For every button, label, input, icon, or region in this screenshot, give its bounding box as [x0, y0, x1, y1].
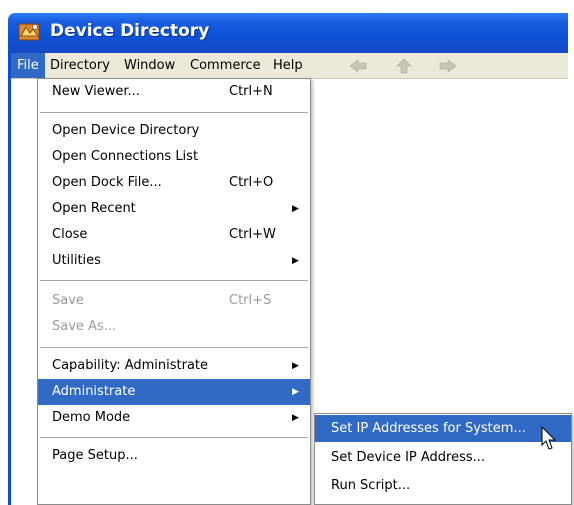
- menu-item-label: Open Device Directory: [52, 123, 200, 138]
- forward-arrow-icon[interactable]: [438, 58, 458, 74]
- menu-item-label: Save: [52, 293, 84, 308]
- submenu-arrow-icon: ▶: [292, 204, 299, 214]
- menu-item-utilities[interactable]: Utilities ▶: [38, 248, 310, 274]
- menu-item-administrate[interactable]: Administrate ▶: [38, 379, 310, 405]
- title-bar[interactable]: Device Directory: [8, 13, 568, 53]
- menu-separator: [40, 112, 308, 113]
- device-directory-app-icon: [18, 23, 40, 41]
- up-arrow-icon[interactable]: [394, 58, 414, 74]
- submenu-arrow-icon: ▶: [292, 256, 299, 266]
- menu-file[interactable]: File: [11, 53, 45, 78]
- menu-item-label: Demo Mode: [52, 410, 131, 425]
- back-arrow-icon[interactable]: [348, 58, 368, 74]
- menu-item-open-dock-file[interactable]: Open Dock File... Ctrl+O: [38, 170, 310, 196]
- mouse-pointer-icon: [541, 426, 557, 450]
- menu-item-label: New Viewer...: [52, 84, 140, 99]
- window-left-border: [8, 53, 11, 505]
- submenu-item-set-ip-addresses-for-system[interactable]: Set IP Addresses for System...: [315, 415, 571, 442]
- menu-item-open-connections-list[interactable]: Open Connections List: [38, 144, 310, 170]
- submenu-arrow-icon: ▶: [292, 413, 299, 423]
- menu-item-shortcut: Ctrl+W: [229, 227, 276, 242]
- menu-item-shortcut: Ctrl+O: [229, 175, 274, 190]
- menu-window[interactable]: Window: [118, 53, 181, 78]
- menu-commerce[interactable]: Commerce: [184, 53, 267, 78]
- menu-item-capability-administrate[interactable]: Capability: Administrate ▶: [38, 353, 310, 379]
- menu-item-demo-mode[interactable]: Demo Mode ▶: [38, 405, 310, 431]
- menu-separator: [40, 437, 308, 438]
- submenu-item-set-device-ip-address[interactable]: Set Device IP Address...: [315, 444, 571, 471]
- administrate-submenu: Set IP Addresses for System... Set Devic…: [314, 413, 572, 505]
- submenu-arrow-icon: ▶: [292, 361, 299, 371]
- menu-separator: [40, 347, 308, 348]
- menu-directory[interactable]: Directory: [44, 53, 116, 78]
- menu-item-shortcut: Ctrl+N: [229, 84, 273, 99]
- menu-item-label: Page Setup...: [52, 448, 138, 463]
- submenu-arrow-icon: ▶: [292, 387, 299, 397]
- menu-item-save-as: Save As...: [38, 314, 310, 340]
- menu-item-close[interactable]: Close Ctrl+W: [38, 222, 310, 248]
- menu-item-label: Open Connections List: [52, 149, 199, 164]
- submenu-item-run-script[interactable]: Run Script...: [315, 472, 571, 499]
- menu-item-label: Open Dock File...: [52, 175, 162, 190]
- menu-item-label: Set IP Addresses for System...: [331, 421, 526, 436]
- menu-item-label: Administrate: [52, 384, 136, 399]
- file-menu-dropdown: New Viewer... Ctrl+N Open Device Directo…: [37, 78, 311, 505]
- menu-item-label: Close: [52, 227, 88, 242]
- menu-item-page-setup[interactable]: Page Setup...: [38, 443, 310, 469]
- menu-separator: [40, 280, 308, 281]
- menu-item-label: Save As...: [52, 319, 117, 334]
- menu-item-open-device-directory[interactable]: Open Device Directory: [38, 118, 310, 144]
- menu-item-label: Utilities: [52, 253, 101, 268]
- window-title: Device Directory: [50, 21, 210, 41]
- menu-item-new-viewer[interactable]: New Viewer... Ctrl+N: [38, 79, 310, 105]
- menu-item-label: Capability: Administrate: [52, 358, 209, 373]
- menu-help[interactable]: Help: [267, 53, 309, 78]
- menu-item-label: Set Device IP Address...: [331, 450, 486, 465]
- menu-item-label: Run Script...: [331, 478, 411, 493]
- menu-bar: File Directory Window Commerce Help: [11, 53, 568, 79]
- menu-item-save: Save Ctrl+S: [38, 288, 310, 314]
- menu-item-open-recent[interactable]: Open Recent ▶: [38, 196, 310, 222]
- menu-item-shortcut: Ctrl+S: [229, 293, 272, 308]
- menu-item-label: Open Recent: [52, 201, 136, 216]
